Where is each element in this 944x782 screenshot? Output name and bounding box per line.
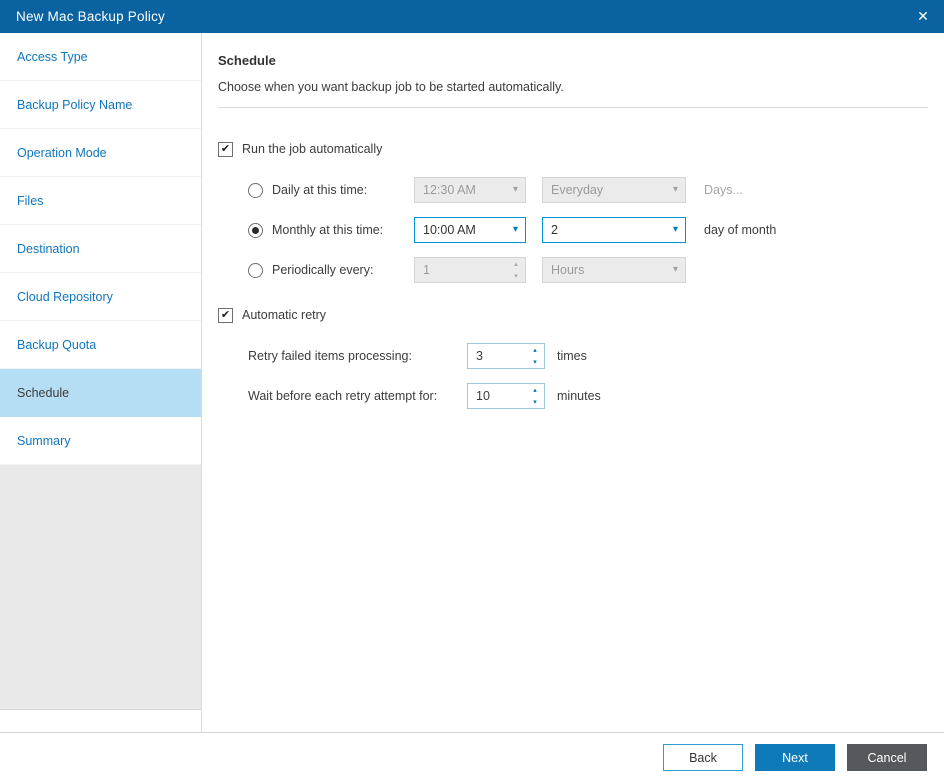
automatic-retry-checkbox[interactable]: ✔ bbox=[218, 308, 233, 323]
automatic-retry-row: ✔ Automatic retry bbox=[218, 302, 928, 328]
run-automatically-row: ✔ Run the job automatically bbox=[218, 136, 928, 162]
sidebar-bottom-strip bbox=[0, 710, 201, 732]
sidebar-item-cloud-repository[interactable]: Cloud Repository bbox=[0, 273, 201, 321]
sidebar-item-backup-quota[interactable]: Backup Quota bbox=[0, 321, 201, 369]
sidebar-item-destination[interactable]: Destination bbox=[0, 225, 201, 273]
schedule-step-content: Schedule Choose when you want backup job… bbox=[202, 33, 944, 732]
close-button[interactable]: ✕ bbox=[902, 0, 944, 33]
periodically-row: Periodically every: 1 ▴ ▾ Hours ▾ bbox=[248, 250, 928, 290]
chevron-down-icon: ▾ bbox=[673, 185, 678, 195]
chevron-down-icon: ▾ bbox=[673, 265, 678, 275]
retry-count-spinner[interactable]: 3 ▴ ▾ bbox=[467, 343, 545, 369]
spinner-up-icon[interactable]: ▴ bbox=[526, 344, 544, 356]
retry-count-label: Retry failed items processing: bbox=[248, 349, 467, 363]
retry-wait-label: Wait before each retry attempt for: bbox=[248, 389, 467, 403]
chevron-down-icon: ▾ bbox=[513, 225, 518, 235]
spinner-up-icon[interactable]: ▴ bbox=[526, 384, 544, 396]
sidebar-empty-area bbox=[0, 465, 201, 710]
sidebar-item-summary[interactable]: Summary bbox=[0, 417, 201, 465]
next-button[interactable]: Next bbox=[755, 744, 835, 771]
check-icon: ✔ bbox=[221, 144, 230, 155]
monthly-time-value: 10:00 AM bbox=[423, 223, 476, 237]
monthly-label: Monthly at this time: bbox=[272, 223, 414, 237]
monthly-day-value: 2 bbox=[551, 223, 558, 237]
periodically-value: 1 bbox=[415, 258, 507, 282]
chevron-down-icon: ▾ bbox=[513, 185, 518, 195]
retry-wait-value: 10 bbox=[468, 384, 526, 408]
retry-count-row: Retry failed items processing: 3 ▴ ▾ tim… bbox=[248, 336, 928, 376]
retry-wait-row: Wait before each retry attempt for: 10 ▴… bbox=[248, 376, 928, 416]
spinner-down-icon[interactable]: ▾ bbox=[507, 270, 525, 282]
run-automatically-label: Run the job automatically bbox=[242, 142, 382, 156]
sidebar-item-schedule[interactable]: Schedule bbox=[0, 369, 201, 417]
monthly-day-select[interactable]: 2 ▾ bbox=[542, 217, 686, 243]
page-subtitle: Choose when you want backup job to be st… bbox=[218, 80, 928, 94]
monthly-radio[interactable] bbox=[248, 223, 263, 238]
run-automatically-checkbox[interactable]: ✔ bbox=[218, 142, 233, 157]
spinner-down-icon[interactable]: ▾ bbox=[526, 396, 544, 408]
periodically-unit-value: Hours bbox=[551, 263, 584, 277]
window-titlebar: New Mac Backup Policy ✕ bbox=[0, 0, 944, 33]
wizard-window: New Mac Backup Policy ✕ Access Type Back… bbox=[0, 0, 944, 782]
retry-wait-spinner[interactable]: 10 ▴ ▾ bbox=[467, 383, 545, 409]
spinner-arrows: ▴ ▾ bbox=[526, 344, 544, 368]
header-divider bbox=[218, 107, 928, 108]
window-title: New Mac Backup Policy bbox=[16, 9, 902, 24]
automatic-retry-label: Automatic retry bbox=[242, 308, 326, 322]
spinner-arrows: ▴ ▾ bbox=[507, 258, 525, 282]
spinner-arrows: ▴ ▾ bbox=[526, 384, 544, 408]
sidebar-item-access-type[interactable]: Access Type bbox=[0, 33, 201, 81]
periodically-radio[interactable] bbox=[248, 263, 263, 278]
monthly-suffix-label: day of month bbox=[704, 223, 776, 237]
daily-time-value: 12:30 AM bbox=[423, 183, 476, 197]
spinner-down-icon[interactable]: ▾ bbox=[526, 356, 544, 368]
retry-count-suffix: times bbox=[557, 349, 587, 363]
cancel-button[interactable]: Cancel bbox=[847, 744, 927, 771]
daily-label: Daily at this time: bbox=[272, 183, 414, 197]
spinner-up-icon[interactable]: ▴ bbox=[507, 258, 525, 270]
close-icon: ✕ bbox=[917, 8, 929, 25]
monthly-row: Monthly at this time: 10:00 AM ▾ 2 ▾ day… bbox=[248, 210, 928, 250]
sidebar-item-operation-mode[interactable]: Operation Mode bbox=[0, 129, 201, 177]
daily-day-select[interactable]: Everyday ▾ bbox=[542, 177, 686, 203]
back-button[interactable]: Back bbox=[663, 744, 743, 771]
periodically-value-spinner[interactable]: 1 ▴ ▾ bbox=[414, 257, 526, 283]
sidebar-item-files[interactable]: Files bbox=[0, 177, 201, 225]
page-title: Schedule bbox=[218, 53, 928, 68]
daily-row: Daily at this time: 12:30 AM ▾ Everyday … bbox=[248, 170, 928, 210]
periodically-unit-select[interactable]: Hours ▾ bbox=[542, 257, 686, 283]
wizard-steps-sidebar: Access Type Backup Policy Name Operation… bbox=[0, 33, 202, 732]
wizard-body: Access Type Backup Policy Name Operation… bbox=[0, 33, 944, 732]
daily-day-value: Everyday bbox=[551, 183, 603, 197]
sidebar-item-backup-policy-name[interactable]: Backup Policy Name bbox=[0, 81, 201, 129]
daily-time-select[interactable]: 12:30 AM ▾ bbox=[414, 177, 526, 203]
retry-count-value: 3 bbox=[468, 344, 526, 368]
periodically-label: Periodically every: bbox=[272, 263, 414, 277]
retry-wait-suffix: minutes bbox=[557, 389, 601, 403]
daily-radio[interactable] bbox=[248, 183, 263, 198]
days-button[interactable]: Days... bbox=[704, 183, 743, 197]
check-icon: ✔ bbox=[221, 310, 230, 321]
wizard-footer: Back Next Cancel bbox=[0, 732, 944, 782]
monthly-time-select[interactable]: 10:00 AM ▾ bbox=[414, 217, 526, 243]
chevron-down-icon: ▾ bbox=[673, 225, 678, 235]
